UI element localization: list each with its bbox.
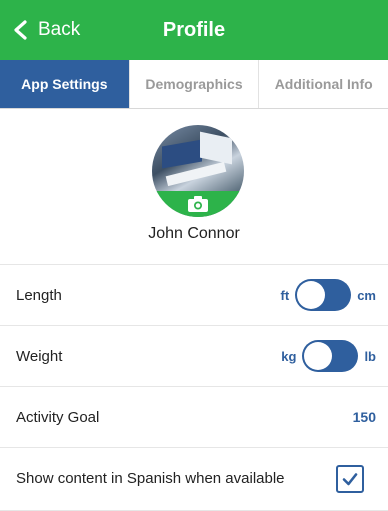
tab-additional-info[interactable]: Additional Info xyxy=(259,60,388,108)
unit-lb-label: lb xyxy=(364,348,376,364)
weight-toggle[interactable] xyxy=(302,340,359,372)
weight-label: Weight xyxy=(16,347,63,365)
toggle-knob xyxy=(304,342,333,370)
avatar-photo-detail xyxy=(162,139,202,169)
tab-app-settings[interactable]: App Settings xyxy=(0,60,130,108)
toggle-knob xyxy=(297,281,326,309)
change-photo-button[interactable] xyxy=(152,191,244,217)
profile-name: John Connor xyxy=(148,225,240,242)
activity-goal-row[interactable]: Activity Goal 150 xyxy=(0,387,388,448)
length-unit-switch: ft cm xyxy=(281,279,376,311)
weight-row: Weight kg lb xyxy=(0,326,388,387)
unit-kg-label: kg xyxy=(281,348,297,364)
camera-icon xyxy=(188,196,208,212)
back-button[interactable]: Back xyxy=(10,0,80,60)
checkmark-icon xyxy=(342,473,358,486)
spanish-content-checkbox[interactable] xyxy=(336,465,364,493)
length-row: Length ft cm xyxy=(0,265,388,326)
length-label: Length xyxy=(16,286,62,304)
activity-goal-value[interactable]: 150 xyxy=(353,409,376,425)
spanish-content-label: Show content in Spanish when available xyxy=(16,470,285,487)
tab-demographics[interactable]: Demographics xyxy=(130,60,260,108)
tab-bar: App Settings Demographics Additional Inf… xyxy=(0,60,388,109)
spanish-content-row: Show content in Spanish when available xyxy=(0,448,388,511)
header-bar: Back Profile xyxy=(0,0,388,60)
profile-section: John Connor xyxy=(0,109,388,265)
avatar-photo-detail xyxy=(200,131,232,165)
length-toggle[interactable] xyxy=(295,279,352,311)
unit-ft-label: ft xyxy=(280,287,290,303)
activity-goal-label: Activity Goal xyxy=(16,408,100,426)
unit-cm-label: cm xyxy=(357,287,376,303)
avatar[interactable] xyxy=(152,125,244,217)
back-label: Back xyxy=(38,19,81,40)
weight-unit-switch: kg lb xyxy=(281,340,376,372)
chevron-left-icon xyxy=(14,20,27,40)
